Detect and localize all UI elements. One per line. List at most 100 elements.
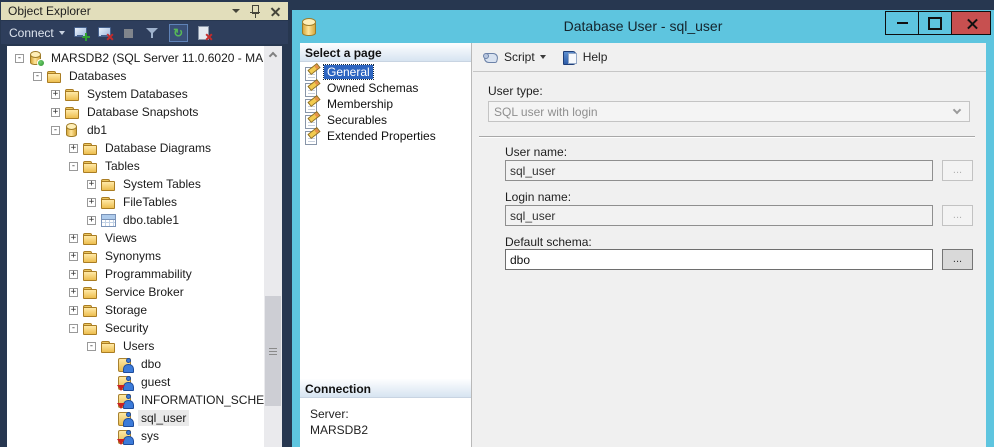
script-button[interactable]: Script	[483, 49, 546, 65]
folder-icon	[100, 176, 116, 192]
tree-expander[interactable]: +	[51, 90, 60, 99]
user-name-browse-button[interactable]: ...	[942, 160, 973, 181]
folder-icon	[82, 266, 98, 282]
user-icon	[118, 410, 134, 426]
tree-item-label: MARSDB2 (SQL Server 11.0.6020 - MARSD	[48, 50, 264, 66]
tree-item-storage[interactable]: + Storage	[7, 301, 264, 319]
script-report-icon[interactable]	[196, 25, 212, 41]
tree-item-service-broker[interactable]: + Service Broker	[7, 283, 264, 301]
tree-item-system-databases[interactable]: + System Databases	[7, 85, 264, 103]
tree-item-label: FileTables	[120, 194, 180, 210]
user-type-select[interactable]: SQL user with login	[488, 101, 970, 122]
close-panel-icon[interactable]	[270, 6, 281, 17]
tree-expander[interactable]: +	[69, 288, 78, 297]
chevron-down-icon	[59, 31, 65, 35]
stop-icon[interactable]	[121, 25, 137, 41]
vertical-scrollbar[interactable]	[264, 46, 282, 447]
tree-expander[interactable]: +	[87, 216, 96, 225]
login-name-browse-button[interactable]: ...	[942, 205, 973, 226]
maximize-button[interactable]	[918, 11, 952, 35]
tree-expander[interactable]: -	[87, 342, 96, 351]
minimize-button[interactable]	[885, 11, 919, 35]
help-button[interactable]: Help	[562, 49, 608, 65]
tree-item-database-snapshots[interactable]: + Database Snapshots	[7, 103, 264, 121]
folder-icon	[46, 68, 62, 84]
filter-icon[interactable]	[145, 25, 161, 41]
x-badge-icon	[205, 33, 213, 41]
tree-expander[interactable]: +	[69, 252, 78, 261]
page-item-membership[interactable]: Membership	[300, 96, 471, 112]
window-menu-chevron-down-icon[interactable]	[232, 9, 240, 13]
page-item-securables[interactable]: Securables	[300, 112, 471, 128]
page-icon	[304, 129, 319, 144]
tree-item-dbo-table1[interactable]: + dbo.table1	[7, 211, 264, 229]
user-head	[126, 376, 131, 381]
tree-item-information-schema[interactable]: INFORMATION_SCHEMA	[7, 391, 264, 409]
tree-expander[interactable]: +	[87, 198, 96, 207]
tree-item-label: dbo.table1	[120, 212, 182, 228]
tree-item-label: sys	[138, 428, 162, 444]
connection-section: Connection Server: MARSDB2 Connection:	[300, 379, 471, 447]
chevron-down-icon[interactable]	[540, 55, 546, 59]
tree-item-tables[interactable]: - Tables	[7, 157, 264, 175]
dialog-titlebar[interactable]: Database User - sql_user	[292, 10, 994, 43]
script-icon	[483, 49, 499, 65]
tree-item-users[interactable]: - Users	[7, 337, 264, 355]
pin-icon[interactable]	[249, 5, 261, 18]
tree-item-database-diagrams[interactable]: + Database Diagrams	[7, 139, 264, 157]
tree-item-server[interactable]: - MARSDB2 (SQL Server 11.0.6020 - MARSD	[7, 49, 264, 67]
tree-item-sql-user[interactable]: sql_user	[7, 409, 264, 427]
select-a-page-pane: Select a page General Owned Schemas Memb…	[300, 43, 472, 447]
page-item-owned-schemas[interactable]: Owned Schemas	[300, 80, 471, 96]
tree-expander[interactable]: +	[69, 144, 78, 153]
tree-item-guest[interactable]: guest	[7, 373, 264, 391]
object-explorer-panel: Object Explorer Connect - MARSDB	[0, 0, 290, 447]
tree-item-label: db1	[84, 122, 110, 138]
tree-item-db1[interactable]: - db1	[7, 121, 264, 139]
folder-icon	[64, 104, 80, 120]
tree-item-security[interactable]: - Security	[7, 319, 264, 337]
folder-icon	[82, 284, 98, 300]
scrollbar-thumb[interactable]	[265, 296, 281, 406]
tree-expander[interactable]: -	[69, 162, 78, 171]
default-schema-input[interactable]	[505, 249, 933, 270]
page-item-general[interactable]: General	[300, 64, 471, 80]
tree-item-databases[interactable]: - Databases	[7, 67, 264, 85]
user-head	[126, 430, 131, 435]
refresh-button[interactable]	[169, 24, 188, 42]
page-item-extended-properties[interactable]: Extended Properties	[300, 128, 471, 144]
tree-expander[interactable]: +	[69, 234, 78, 243]
tree-expander[interactable]: +	[87, 180, 96, 189]
tree-item-label: Synonyms	[102, 248, 164, 264]
tree-expander[interactable]: -	[33, 72, 42, 81]
tree-item-system-tables[interactable]: + System Tables	[7, 175, 264, 193]
tree-item-programmability[interactable]: + Programmability	[7, 265, 264, 283]
page-icon	[304, 65, 319, 80]
tree-expander[interactable]: -	[69, 324, 78, 333]
tree-expander[interactable]: +	[51, 108, 60, 117]
connect-button[interactable]: Connect	[9, 26, 65, 40]
tree-item-label: INFORMATION_SCHEMA	[138, 392, 264, 408]
tree-item-filetables[interactable]: + FileTables	[7, 193, 264, 211]
close-button[interactable]	[951, 11, 991, 35]
tree-expander[interactable]: +	[69, 270, 78, 279]
tree-item-synonyms[interactable]: + Synonyms	[7, 247, 264, 265]
script-label: Script	[504, 50, 535, 64]
online-badge-icon	[37, 59, 45, 67]
tree-item-views[interactable]: + Views	[7, 229, 264, 247]
object-explorer-titlebar[interactable]: Object Explorer	[1, 2, 288, 20]
tree-item-label: dbo	[138, 356, 164, 372]
help-label: Help	[583, 50, 608, 64]
default-schema-browse-button[interactable]: ...	[942, 249, 973, 270]
tree-expander[interactable]: -	[15, 54, 24, 63]
tree-expander[interactable]: -	[51, 126, 60, 135]
login-name-input[interactable]	[505, 205, 933, 226]
login-name-label: Login name:	[505, 190, 571, 204]
tree-expander[interactable]: +	[69, 306, 78, 315]
disconnect-server-icon[interactable]	[97, 25, 113, 41]
tree-item-dbo[interactable]: dbo	[7, 355, 264, 373]
tree-item-sys[interactable]: sys	[7, 427, 264, 445]
scroll-up-button[interactable]	[264, 46, 282, 62]
connect-server-icon[interactable]	[73, 25, 89, 41]
user-name-input[interactable]	[505, 160, 933, 181]
